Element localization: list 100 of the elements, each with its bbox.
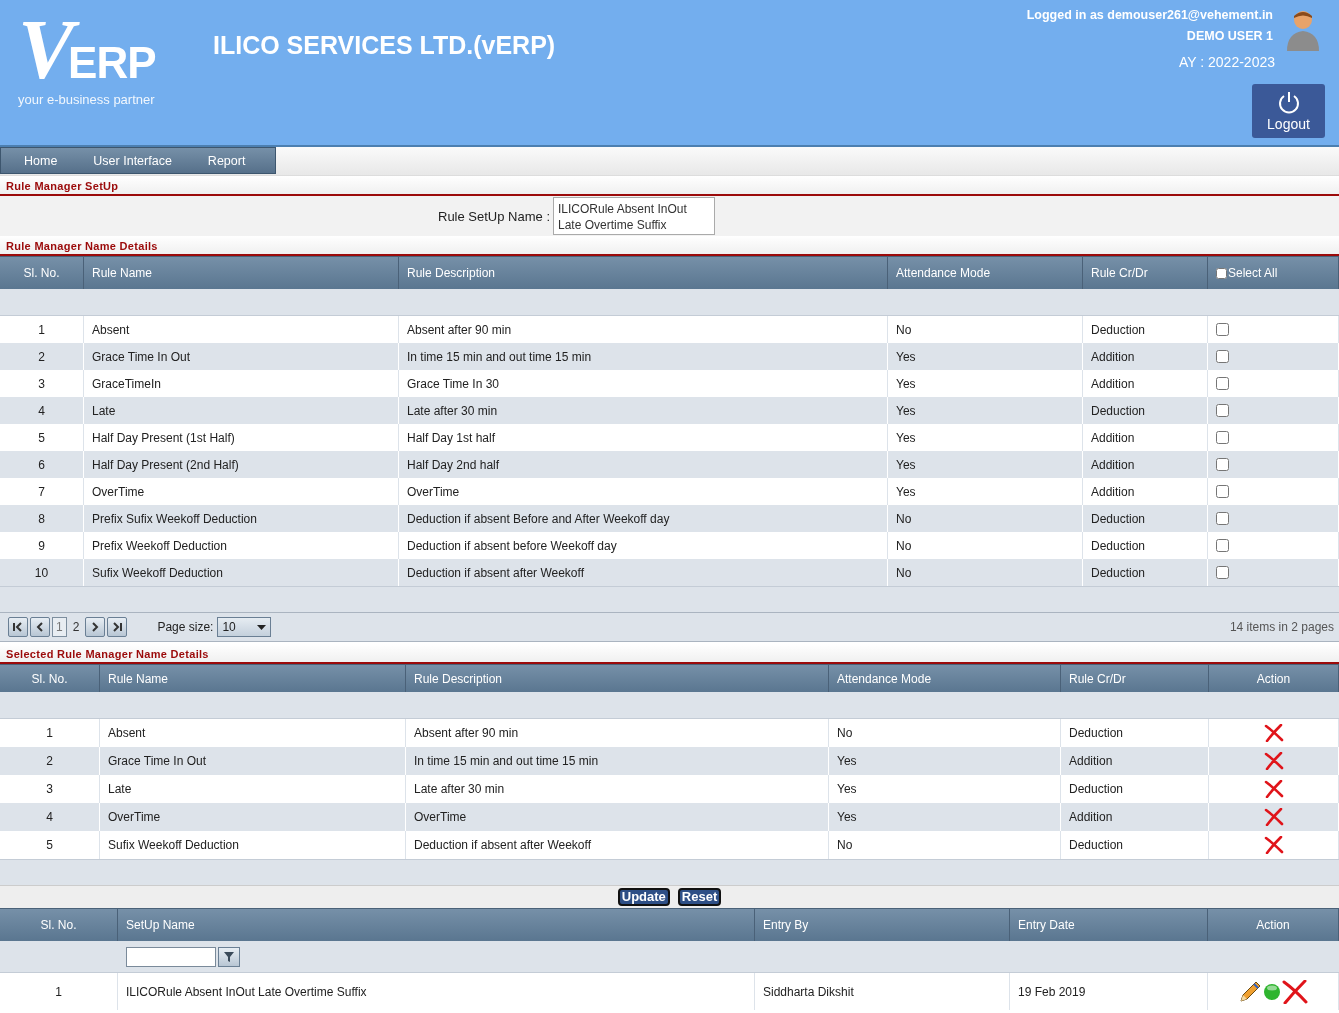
table-cell: 8 xyxy=(0,505,84,532)
table-cell: Yes xyxy=(888,397,1083,424)
row-checkbox[interactable] xyxy=(1216,350,1229,363)
delete-icon xyxy=(1263,752,1284,770)
edit-button[interactable] xyxy=(1238,979,1262,1004)
next-page-button[interactable] xyxy=(85,617,106,637)
academic-year: AY : 2022-2023 xyxy=(1178,54,1275,70)
previous-page-icon xyxy=(34,622,46,632)
row-checkbox[interactable] xyxy=(1216,404,1229,417)
last-page-button[interactable] xyxy=(107,617,128,637)
column-header[interactable]: Action xyxy=(1209,664,1339,692)
delete-button[interactable] xyxy=(1263,836,1284,854)
action-button[interactable]: Reset xyxy=(677,888,722,906)
table-cell: Half Day Present (2nd Half) xyxy=(84,451,399,478)
table-cell: OverTime xyxy=(406,803,829,831)
table-cell: 10 xyxy=(0,559,84,586)
page-size-dropdown[interactable]: 10 xyxy=(217,617,272,637)
delete-button[interactable] xyxy=(1263,780,1284,798)
table-cell: Grace Time In Out xyxy=(84,343,399,370)
delete-button[interactable] xyxy=(1263,724,1284,742)
row-checkbox[interactable] xyxy=(1216,431,1229,444)
table-cell: Yes xyxy=(888,343,1083,370)
table-cell: 2 xyxy=(0,343,84,370)
delete-button[interactable] xyxy=(1282,979,1308,1004)
setup-name-field[interactable]: ILICORule Absent InOut Late Overtime Suffix xyxy=(553,197,715,235)
table-cell: 6 xyxy=(0,451,84,478)
table-cell: Addition xyxy=(1061,747,1209,775)
table-cell: Deduction if absent Before and After Weekoff day xyxy=(399,505,888,532)
action-button[interactable]: Update xyxy=(617,888,670,906)
caret-icon xyxy=(257,624,267,630)
column-header[interactable]: Attendance Mode xyxy=(829,664,1061,692)
table-cell: Deduction xyxy=(1083,397,1208,424)
column-header[interactable]: Rule Name xyxy=(100,664,406,692)
table-cell: Half Day 2nd half xyxy=(399,451,888,478)
previous-page-button[interactable] xyxy=(30,617,50,637)
row-checkbox[interactable] xyxy=(1216,377,1229,390)
table-cell: No xyxy=(888,559,1083,586)
select-all-checkbox[interactable] xyxy=(1216,267,1227,279)
row-checkbox[interactable] xyxy=(1216,512,1229,525)
filter-button[interactable] xyxy=(218,946,240,967)
select-all-label: Select All xyxy=(1228,266,1278,280)
table-cell: 4 xyxy=(0,397,84,424)
column-header[interactable]: Rule Description xyxy=(399,256,888,289)
column-header[interactable]: Entry By xyxy=(755,908,1010,941)
table-cell: Addition xyxy=(1083,343,1208,370)
table-cell: Prefix Sufix Weekoff Deduction xyxy=(84,505,399,532)
delete-button[interactable] xyxy=(1263,808,1284,826)
delete-icon xyxy=(1263,836,1284,854)
logo: VERP your e-business partner xyxy=(18,12,157,107)
column-header[interactable]: Entry Date xyxy=(1010,908,1208,941)
row-checkbox[interactable] xyxy=(1216,458,1229,471)
table-cell: Addition xyxy=(1083,451,1208,478)
menu-item[interactable]: Home xyxy=(6,153,76,168)
delete-icon xyxy=(1263,780,1284,798)
page-size-label: Page size: xyxy=(157,620,214,634)
column-header[interactable]: Rule Name xyxy=(84,256,399,289)
menu-item[interactable]: User Interface xyxy=(75,153,190,168)
delete-icon xyxy=(1282,979,1308,1004)
delete-button[interactable] xyxy=(1263,752,1284,770)
page-number[interactable]: 1 xyxy=(52,617,67,637)
row-checkbox[interactable] xyxy=(1216,566,1229,579)
table-cell: Yes xyxy=(829,747,1061,775)
page-number[interactable]: 2 xyxy=(68,617,84,637)
menu-item[interactable]: Report xyxy=(189,153,264,168)
pager-summary: 14 items in 2 pages xyxy=(1229,620,1334,634)
filter-field[interactable] xyxy=(126,946,216,967)
pencil-icon xyxy=(1238,979,1262,1004)
row-checkbox[interactable] xyxy=(1216,539,1229,552)
table-cell: Sufix Weekoff Deduction xyxy=(84,559,399,586)
user-name: DEMO USER 1 xyxy=(1185,28,1273,44)
logout-button[interactable]: Logout xyxy=(1252,84,1325,138)
row-checkbox[interactable] xyxy=(1216,323,1229,336)
field-label: Rule SetUp Name : xyxy=(438,208,550,224)
table-cell: In time 15 min and out time 15 min xyxy=(406,747,829,775)
column-header[interactable]: Sl. No. xyxy=(0,256,84,289)
last-page-icon xyxy=(111,622,124,632)
table-cell: No xyxy=(888,505,1083,532)
column-header[interactable]: Rule Cr/Dr xyxy=(1083,256,1208,289)
column-header[interactable]: Rule Cr/Dr xyxy=(1061,664,1209,692)
column-header[interactable]: Attendance Mode xyxy=(888,256,1083,289)
table-cell: OverTime xyxy=(100,803,406,831)
column-header[interactable]: Sl. No. xyxy=(0,908,118,941)
table-cell: Yes xyxy=(888,451,1083,478)
power-icon xyxy=(1276,90,1301,115)
first-page-icon xyxy=(12,622,24,632)
column-header[interactable]: Rule Description xyxy=(406,664,829,692)
table-cell: Addition xyxy=(1061,803,1209,831)
column-header[interactable]: SetUp Name xyxy=(118,908,755,941)
table-cell: Deduction if absent after Weekoff xyxy=(399,559,888,586)
first-page-button[interactable] xyxy=(8,617,28,637)
table-cell: Grace Time In Out xyxy=(100,747,406,775)
table-cell: Yes xyxy=(829,803,1061,831)
user-avatar-icon xyxy=(1285,9,1321,51)
company-title: ILICO SERVICES LTD.(vERP) xyxy=(213,31,556,60)
delete-icon xyxy=(1263,724,1284,742)
row-checkbox[interactable] xyxy=(1216,485,1229,498)
column-header[interactable]: Action xyxy=(1208,908,1339,941)
table-cell: 2 xyxy=(0,747,100,775)
column-header[interactable]: Sl. No. xyxy=(0,664,100,692)
table-cell: Deduction xyxy=(1083,505,1208,532)
